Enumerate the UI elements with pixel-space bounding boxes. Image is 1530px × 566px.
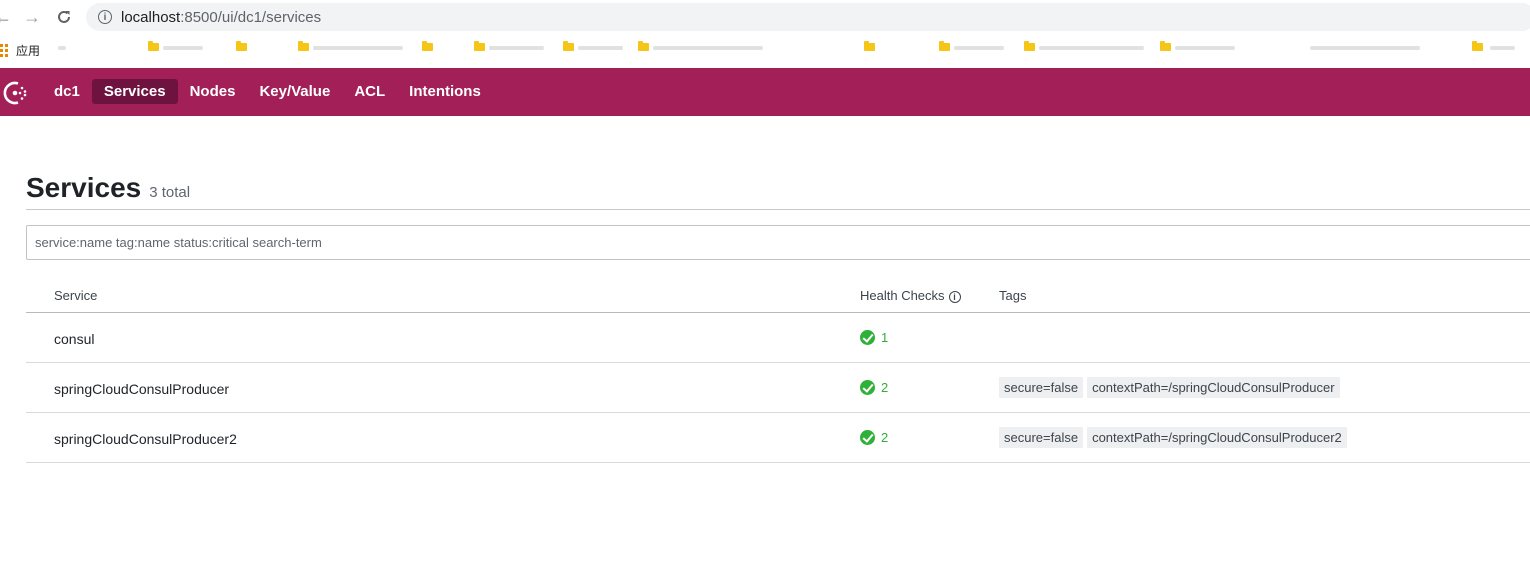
bookmark-blur [1490, 46, 1515, 50]
url-host: localhost [121, 8, 181, 26]
service-name[interactable]: consul [54, 331, 94, 347]
bookmark-folder-icon[interactable] [864, 41, 875, 51]
bookmark-folder-icon[interactable] [1024, 41, 1035, 51]
page-title: Services [26, 172, 142, 203]
tag-list: secure=false contextPath=/springCloudCon… [999, 377, 1344, 398]
search-input[interactable] [27, 226, 1530, 259]
bookmark-blur [653, 46, 763, 50]
bookmarks-bar: 应用 [0, 34, 1530, 66]
info-icon[interactable]: i [948, 291, 961, 303]
nav-key-value[interactable]: Key/Value [247, 79, 342, 104]
datacenter-selector[interactable]: dc1 [42, 79, 92, 104]
apps-shortcut[interactable]: 应用 [0, 42, 40, 59]
bookmark-folder-icon[interactable] [298, 41, 309, 51]
bookmark-folder-icon[interactable] [1472, 41, 1483, 51]
address-bar[interactable]: i localhost:8500/ui/dc1/services [86, 3, 1530, 31]
health-count: 2 [881, 430, 889, 445]
table-header: Service Health Checks i Tags [26, 278, 1530, 313]
service-name[interactable]: springCloudConsulProducer [54, 381, 229, 397]
divider [26, 209, 1530, 210]
table-row[interactable]: springCloudConsulProducer2 2 secure=fals… [26, 413, 1530, 463]
bookmark-blur [1039, 46, 1144, 50]
service-count: 3 total [149, 184, 191, 201]
check-circle-icon [860, 430, 875, 445]
nav-acl[interactable]: ACL [342, 79, 397, 104]
health-count: 2 [881, 380, 889, 395]
forward-icon[interactable]: → [21, 6, 43, 28]
bookmark-folder-icon[interactable] [939, 41, 950, 51]
column-header-health: Health Checks i [860, 288, 961, 303]
column-header-tags: Tags [999, 288, 1027, 303]
column-header-service[interactable]: Service [54, 288, 97, 303]
bookmark-folder-icon[interactable] [1160, 41, 1171, 51]
tag: contextPath=/springCloudConsulProducer2 [1087, 427, 1347, 448]
page-heading: Services 3 total [26, 172, 190, 204]
app-header: dc1 Services Nodes Key/Value ACL Intenti… [0, 68, 1530, 116]
bookmark-blur [954, 46, 1004, 50]
bookmark-folder-icon[interactable] [148, 41, 159, 51]
bookmark-folder-icon[interactable] [638, 41, 649, 51]
health-status: 1 [860, 330, 888, 345]
back-icon[interactable]: ← [0, 6, 14, 28]
bookmark-blur [578, 46, 623, 50]
tag: contextPath=/springCloudConsulProducer [1087, 377, 1340, 398]
health-status: 2 [860, 430, 888, 445]
nav-intentions[interactable]: Intentions [397, 79, 493, 104]
tag: secure=false [999, 427, 1084, 448]
search-box[interactable] [26, 225, 1530, 260]
url-path: :8500/ui/dc1/services [180, 8, 322, 26]
apps-grid-icon [0, 44, 8, 57]
service-name[interactable]: springCloudConsulProducer2 [54, 431, 237, 447]
check-circle-icon [860, 330, 875, 345]
apps-label: 应用 [16, 44, 41, 58]
health-status: 2 [860, 380, 888, 395]
bookmark-folder-icon[interactable] [563, 41, 574, 51]
nav-nodes[interactable]: Nodes [178, 79, 248, 104]
bookmark-blur [1310, 46, 1420, 50]
tag: secure=false [999, 377, 1084, 398]
consul-logo-icon[interactable] [2, 80, 30, 106]
reload-icon[interactable] [53, 6, 75, 28]
health-count: 1 [881, 330, 889, 345]
table-row[interactable]: consul 1 [26, 313, 1530, 363]
bookmark-folder-icon[interactable] [236, 41, 247, 51]
check-circle-icon [860, 380, 875, 395]
bookmark-blur [1175, 46, 1235, 50]
table-row[interactable]: springCloudConsulProducer 2 secure=false… [26, 363, 1530, 413]
bookmark-blur [313, 46, 403, 50]
bookmark-folder-icon[interactable] [422, 41, 433, 51]
bookmark-blur [163, 46, 203, 50]
bookmark-blur [58, 46, 66, 50]
browser-toolbar: ← → i localhost:8500/ui/dc1/services [0, 0, 1530, 34]
tag-list: secure=false contextPath=/springCloudCon… [999, 427, 1351, 448]
column-header-health-label: Health Checks [860, 288, 945, 303]
info-icon[interactable]: i [98, 10, 112, 24]
services-table: Service Health Checks i Tags consul 1 spr… [26, 278, 1530, 463]
nav-services[interactable]: Services [91, 79, 178, 104]
bookmark-blur [489, 46, 544, 50]
bookmark-folder-icon[interactable] [474, 41, 485, 51]
